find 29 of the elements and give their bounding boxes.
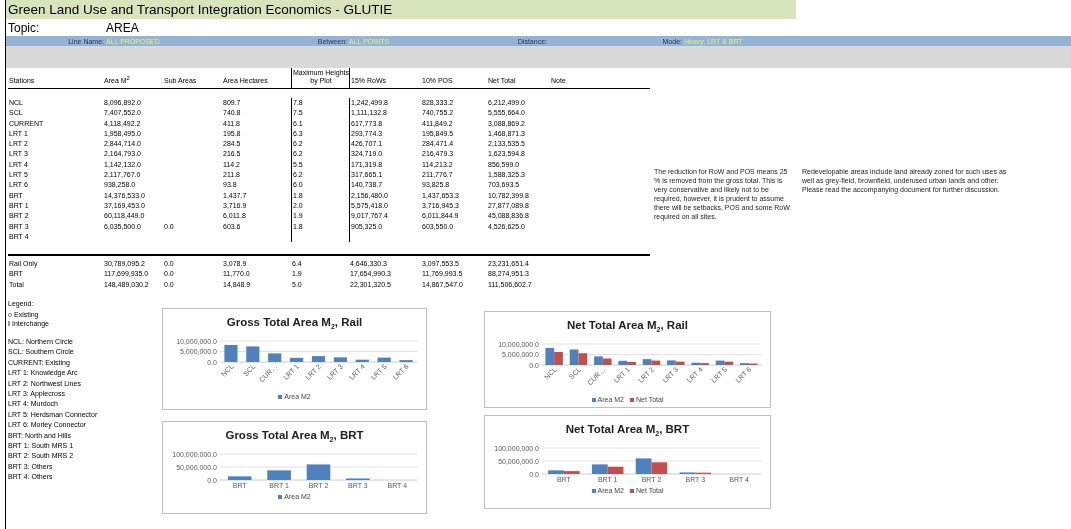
- bar: [333, 357, 347, 363]
- bar: [267, 470, 291, 481]
- topic-value: AREA: [106, 20, 139, 35]
- bar: [591, 464, 608, 475]
- bar: [635, 458, 652, 475]
- line-icon: [8, 321, 10, 327]
- chart-title: Gross Total Area M$_{2}$, Rail: [226, 315, 363, 333]
- chart-title: Net Total Area M$_{2}$, BRT: [565, 422, 690, 440]
- bar: [569, 349, 579, 366]
- bar: [224, 345, 238, 363]
- chart-title: Net Total Area M$_{2}$, Rail: [567, 318, 688, 336]
- chart-title: Gross Total Area M$_{2}$, BRT: [225, 428, 364, 446]
- bar: [399, 360, 413, 363]
- circle-icon: [8, 312, 12, 317]
- bar: [554, 352, 563, 366]
- bar: [227, 476, 252, 481]
- bar: [545, 348, 555, 366]
- bar: [246, 346, 260, 363]
- bar: [268, 353, 282, 363]
- bar: [311, 356, 326, 363]
- bar: [355, 360, 369, 363]
- sheet-title: Green Land Use and Transport Integration Economics - GLUTIE: [6, 0, 796, 19]
- bar: [290, 358, 304, 363]
- bar: [306, 464, 331, 481]
- bar: [346, 478, 370, 481]
- bar: [594, 356, 603, 366]
- bar: [377, 357, 391, 363]
- topic-label: Topic:: [7, 20, 41, 35]
- bar: [578, 353, 588, 366]
